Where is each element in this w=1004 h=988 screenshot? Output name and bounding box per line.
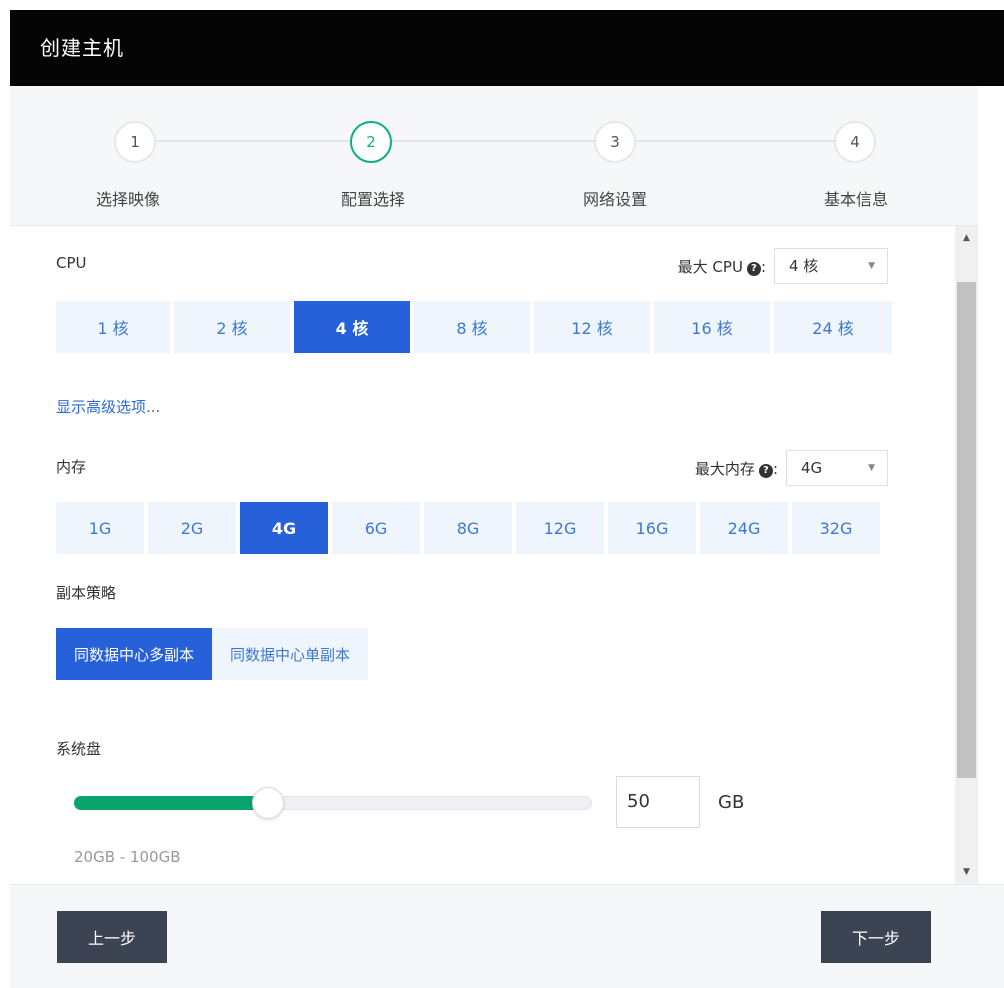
scroll-up-arrow-icon[interactable]: ▲ [955, 228, 978, 248]
dialog-header: 创建主机 [10, 10, 1004, 86]
step-1-label: 选择映像 [95, 190, 161, 209]
step-1-circle: 1 [114, 121, 156, 163]
memory-option-6g[interactable]: 6G [332, 502, 420, 554]
replica-options: 同数据中心多副本 同数据中心单副本 [56, 628, 369, 680]
memory-options: 1G 2G 4G 6G 8G 12G 16G 24G 32G [56, 502, 880, 554]
step-connector [630, 140, 846, 142]
memory-option-8g[interactable]: 8G [424, 502, 512, 554]
memory-option-12g[interactable]: 12G [516, 502, 604, 554]
cpu-option-24[interactable]: 24 核 [774, 301, 892, 353]
max-memory-text: 最大内存 [694, 460, 755, 478]
cpu-option-8[interactable]: 8 核 [414, 301, 530, 353]
max-memory-select[interactable]: 4G ▼ [786, 450, 888, 486]
step-indicator: 1 2 3 4 选择映像 配置选择 网络设置 基本信息 [10, 86, 978, 226]
disk-slider-handle[interactable] [252, 787, 285, 819]
cpu-label: CPU [56, 254, 87, 272]
step-2-label: 配置选择 [340, 190, 406, 209]
step-3-label: 网络设置 [582, 190, 648, 209]
colon: : [760, 258, 766, 276]
replica-option-single[interactable]: 同数据中心单副本 [212, 628, 369, 680]
step-connector [146, 140, 370, 142]
cpu-option-12[interactable]: 12 核 [534, 301, 650, 353]
help-icon[interactable]: ? [758, 464, 773, 478]
max-cpu-label: 最大 CPU?: [610, 256, 766, 277]
step-connector [392, 140, 608, 142]
prev-step-button[interactable]: 上一步 [57, 911, 167, 963]
disk-range-hint: 20GB - 100GB [74, 848, 181, 866]
memory-option-16g[interactable]: 16G [608, 502, 696, 554]
step-4-circle: 4 [834, 121, 876, 163]
chevron-down-icon: ▼ [868, 463, 875, 473]
config-form: CPU 最大 CPU?: 4 核 ▼ 1 核 2 核 4 核 8 核 12 核 … [10, 226, 955, 884]
disk-unit: GB [718, 792, 745, 813]
memory-option-2g[interactable]: 2G [148, 502, 236, 554]
cpu-options: 1 核 2 核 4 核 8 核 12 核 16 核 24 核 [56, 301, 892, 353]
system-disk-label: 系统盘 [56, 740, 102, 758]
max-cpu-select[interactable]: 4 核 ▼ [774, 248, 888, 284]
disk-size-input[interactable]: 50 [616, 776, 700, 828]
disk-slider-fill [74, 796, 269, 810]
cpu-option-2[interactable]: 2 核 [174, 301, 290, 353]
replica-option-multi[interactable]: 同数据中心多副本 [56, 628, 213, 680]
memory-label: 内存 [56, 458, 87, 476]
scrollbar-thumb[interactable] [957, 282, 976, 778]
dialog-footer: 上一步 下一步 [10, 884, 1004, 988]
step-3-circle: 3 [594, 121, 636, 163]
dialog-title: 创建主机 [40, 36, 124, 60]
memory-option-32g[interactable]: 32G [792, 502, 880, 554]
next-step-button[interactable]: 下一步 [821, 911, 931, 963]
memory-option-24g[interactable]: 24G [700, 502, 788, 554]
step-2-circle: 2 [350, 121, 392, 163]
memory-option-1g[interactable]: 1G [56, 502, 144, 554]
max-memory-label: 最大内存?: [630, 458, 778, 479]
memory-option-4g[interactable]: 4G [240, 502, 328, 554]
cpu-option-4[interactable]: 4 核 [294, 301, 410, 353]
max-memory-value: 4G [801, 459, 823, 477]
cpu-option-16[interactable]: 16 核 [654, 301, 770, 353]
colon: : [772, 460, 778, 478]
chevron-down-icon: ▼ [868, 261, 875, 271]
vertical-scrollbar[interactable]: ▲ ▼ [955, 226, 978, 884]
replica-label: 副本策略 [56, 584, 117, 602]
help-icon[interactable]: ? [746, 262, 761, 276]
show-advanced-link[interactable]: 显示高级选项... [56, 396, 160, 417]
scroll-down-arrow-icon[interactable]: ▼ [955, 862, 978, 882]
max-cpu-text: 最大 CPU [677, 258, 743, 276]
cpu-option-1[interactable]: 1 核 [56, 301, 170, 353]
max-cpu-value: 4 核 [789, 257, 819, 275]
step-4-label: 基本信息 [823, 190, 889, 209]
